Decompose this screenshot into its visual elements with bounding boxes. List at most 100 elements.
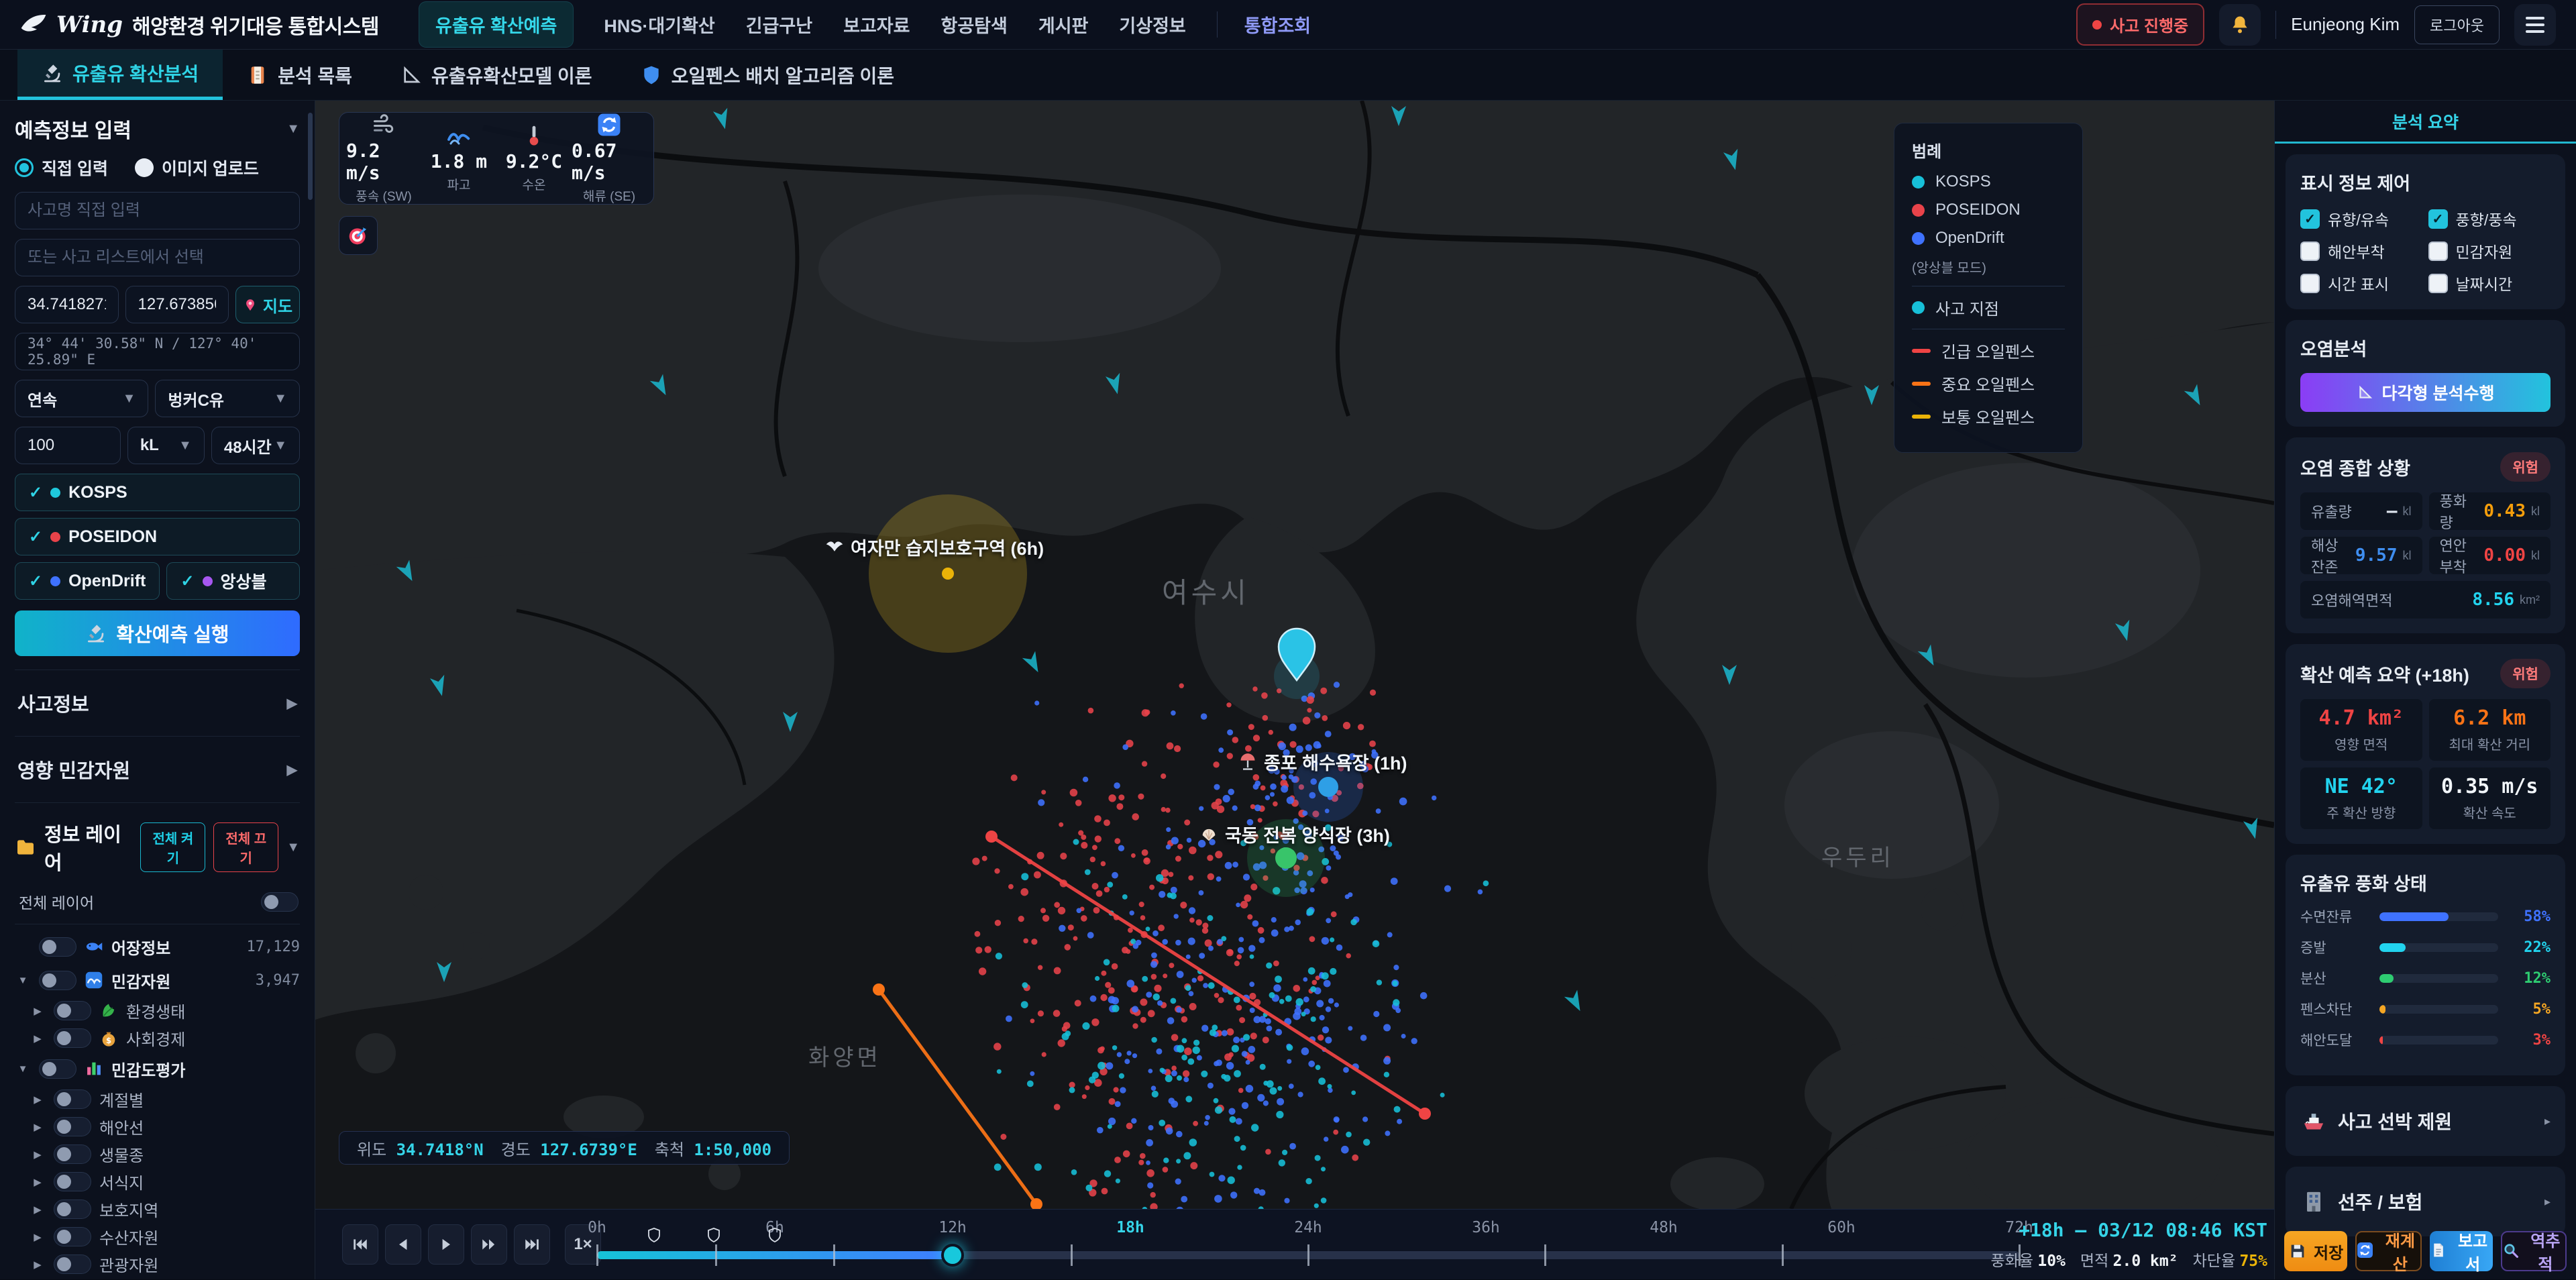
- incident-name-input[interactable]: [15, 192, 300, 229]
- unit-select[interactable]: kL▼: [127, 427, 205, 464]
- chevron-right-icon[interactable]: ▶: [30, 1176, 46, 1188]
- 저장-button[interactable]: 저장: [2284, 1231, 2347, 1271]
- layer-toggle[interactable]: [54, 1227, 91, 1246]
- legend-fence-1: 중요 오일펜스: [1912, 372, 2065, 395]
- display-option-1[interactable]: ✓풍향/풍속: [2428, 207, 2551, 230]
- layers-all-on-button[interactable]: 전체 켜기: [140, 822, 205, 872]
- longitude-input[interactable]: [125, 286, 229, 323]
- 역추적-button[interactable]: 역추적: [2501, 1231, 2567, 1271]
- chevron-right-icon[interactable]: ▶: [30, 1032, 46, 1045]
- logo-text: Wing: [56, 11, 123, 38]
- nav-item-1[interactable]: HNS·대기확산: [604, 11, 714, 38]
- chevron-down-icon[interactable]: ▼: [15, 1063, 31, 1075]
- spill-type-select[interactable]: 연속▼: [15, 380, 148, 417]
- map-canvas[interactable]: 여수시우두리화양면 여자만 습지보호구역 (6h)종포 해수욕장 (1h)국동 …: [315, 101, 2274, 1209]
- model-chip-앙상블[interactable]: ✓앙상블: [166, 562, 300, 600]
- layers-all-off-button[interactable]: 전체 끄기: [213, 822, 278, 872]
- timeline-track[interactable]: 0h6h12h18h24h36h48h60h72h: [597, 1210, 2019, 1280]
- skip-start-button[interactable]: [342, 1224, 378, 1265]
- layer-toggle[interactable]: [54, 1144, 91, 1164]
- timeline-playhead[interactable]: [941, 1244, 964, 1267]
- layer-toggle[interactable]: [39, 971, 76, 990]
- layer-toggle[interactable]: [54, 1001, 91, 1020]
- oil-type-select[interactable]: 벙커C유▼: [155, 380, 300, 417]
- nav-item-5[interactable]: 게시판: [1038, 11, 1089, 38]
- display-option-5[interactable]: 날짜시간: [2428, 272, 2551, 295]
- layer-row-보호지역: ▶보호지역: [15, 1195, 300, 1223]
- recenter-button[interactable]: [339, 216, 378, 255]
- sidebar-section-1[interactable]: 영향 민감자원▶: [15, 736, 300, 802]
- chevron-right-icon[interactable]: ▶: [30, 1149, 46, 1161]
- display-option-2[interactable]: 해안부착: [2300, 239, 2423, 262]
- collapsed-card-1[interactable]: 선주 / 보험▸: [2286, 1167, 2565, 1236]
- nav-item-3[interactable]: 보고자료: [843, 11, 910, 38]
- menu-button[interactable]: [2514, 4, 2556, 46]
- tab-bar: 유출유 확산분석분석 목록유출유확산모델 이론오일펜스 배치 알고리즘 이론: [0, 50, 2576, 101]
- chevron-right-icon[interactable]: ▶: [30, 1204, 46, 1216]
- layer-toggle[interactable]: [39, 1059, 76, 1079]
- bar-fill: [2379, 943, 2406, 952]
- pick-on-map-button[interactable]: 지도: [235, 286, 300, 323]
- layer-toggle[interactable]: [54, 1117, 91, 1136]
- radio-direct-input[interactable]: 직접 입력: [15, 156, 108, 180]
- tab-1[interactable]: 분석 목록: [223, 50, 376, 100]
- latitude-input[interactable]: [15, 286, 119, 323]
- fast-forward-button[interactable]: [471, 1224, 507, 1265]
- chevron-down-icon[interactable]: ▼: [286, 121, 300, 137]
- nav-item-4[interactable]: 항공탐색: [941, 11, 1007, 38]
- display-option-4[interactable]: 시간 표시: [2300, 272, 2423, 295]
- layer-toggle[interactable]: [39, 937, 76, 957]
- 재계산-button[interactable]: 재계산: [2355, 1231, 2421, 1271]
- incident-list-input[interactable]: [15, 239, 300, 276]
- tab-3[interactable]: 오일펜스 배치 알고리즘 이론: [616, 50, 918, 100]
- layer-toggle[interactable]: [54, 1172, 91, 1191]
- duration-select[interactable]: 48시간▼: [211, 427, 300, 464]
- logout-button[interactable]: 로그아웃: [2414, 5, 2500, 44]
- nav-item-integrated-search[interactable]: 통합조회: [1217, 11, 1311, 38]
- model-chip-label: POSEIDON: [68, 527, 157, 547]
- chevron-right-icon[interactable]: ▶: [30, 1005, 46, 1017]
- chevron-right-icon[interactable]: ▶: [30, 1231, 46, 1243]
- model-color-dot: [203, 576, 213, 586]
- forecast-value: 4.7 km²: [2319, 706, 2404, 730]
- sidebar-section-0[interactable]: 사고정보▶: [15, 670, 300, 736]
- timeline-tick: [1071, 1244, 1073, 1266]
- chevron-right-icon[interactable]: ▶: [30, 1121, 46, 1133]
- layer-toggle[interactable]: [54, 1089, 91, 1109]
- bar-pct: 58%: [2508, 908, 2551, 925]
- status-row-유출량: 유출량—kl: [2300, 492, 2422, 530]
- layer-toggle[interactable]: [54, 1199, 91, 1219]
- nav-item-6[interactable]: 기상정보: [1119, 11, 1185, 38]
- chevron-right-icon[interactable]: ▶: [30, 1094, 46, 1106]
- run-prediction-button[interactable]: 확산예측 실행: [15, 610, 300, 656]
- layer-toggle[interactable]: [54, 1028, 91, 1048]
- chevron-right-icon[interactable]: ▶: [30, 1259, 46, 1271]
- chevron-down-icon[interactable]: ▼: [286, 840, 300, 855]
- incident-pin[interactable]: [1274, 629, 1320, 699]
- display-option-0[interactable]: ✓유향/유속: [2300, 207, 2423, 230]
- model-chip-OpenDrift[interactable]: ✓OpenDrift: [15, 562, 160, 600]
- notifications-button[interactable]: [2219, 4, 2261, 46]
- chevron-down-icon[interactable]: ▼: [15, 975, 31, 986]
- step-back-button[interactable]: [385, 1224, 421, 1265]
- tab-0[interactable]: 유출유 확산분석: [17, 50, 223, 100]
- incident-status-badge[interactable]: 사고 진행중: [2076, 3, 2204, 46]
- nav-item-2[interactable]: 긴급구난: [746, 11, 812, 38]
- tab-2[interactable]: 유출유확산모델 이론: [376, 50, 616, 100]
- play-button[interactable]: [428, 1224, 464, 1265]
- skip-end-button[interactable]: [514, 1224, 550, 1265]
- model-chip-KOSPS[interactable]: ✓KOSPS: [15, 474, 300, 511]
- collapsed-card-0[interactable]: 사고 선박 제원▸: [2286, 1086, 2565, 1156]
- display-option-3[interactable]: 민감자원: [2428, 239, 2551, 262]
- radio-image-upload[interactable]: 이미지 업로드: [135, 156, 259, 180]
- model-chip-POSEIDON[interactable]: ✓POSEIDON: [15, 518, 300, 555]
- sidebar-scrollbar[interactable]: [308, 113, 313, 200]
- master-layer-toggle[interactable]: [261, 892, 299, 912]
- amount-input[interactable]: [15, 427, 121, 464]
- nav-item-0[interactable]: 유출유 확산예측: [419, 2, 573, 47]
- polygon-analysis-button[interactable]: 다각형 분석수행: [2300, 373, 2551, 412]
- layer-toggle[interactable]: [54, 1255, 91, 1274]
- 보고서-button[interactable]: 보고서: [2430, 1231, 2493, 1271]
- status-label: 해상잔존: [2311, 534, 2350, 577]
- svg-text:여수시: 여수시: [1162, 577, 1250, 608]
